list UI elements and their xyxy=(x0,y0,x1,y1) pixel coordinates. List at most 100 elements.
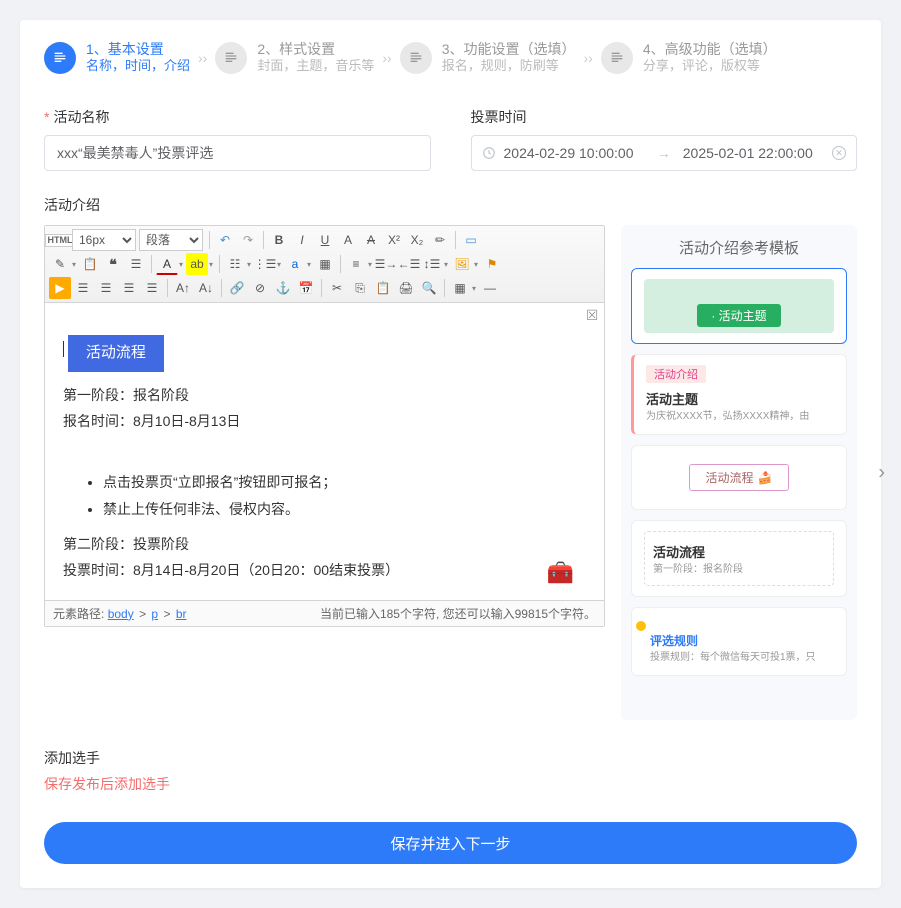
font-up-button[interactable]: A↑ xyxy=(172,277,194,299)
quote-button[interactable]: ❝ xyxy=(102,253,124,275)
step-sub: 报名，规则，防刷等 xyxy=(442,58,576,75)
template-card[interactable]: 活动介绍 活动主题 为庆祝XXXX节，弘扬XXXX精神，由 xyxy=(631,354,847,435)
activity-name-input[interactable] xyxy=(44,135,431,171)
highlight-button[interactable]: ab xyxy=(186,253,208,275)
paste-text-button[interactable]: 📋 xyxy=(372,277,394,299)
line-height-button[interactable]: ↕☰ xyxy=(421,253,443,275)
chevron-right-icon: ›› xyxy=(579,50,596,66)
chevron-right-icon: ›› xyxy=(378,50,395,66)
dropdown-icon[interactable]: ▾ xyxy=(366,253,374,275)
find-button[interactable]: 🔍 xyxy=(418,277,440,299)
clear-format-button[interactable]: ✏ xyxy=(429,229,451,251)
template-heading: 活动流程 xyxy=(653,542,825,561)
step-advanced[interactable]: 4、高级功能（选填） 分享，评论，版权等 xyxy=(601,40,777,75)
dropdown-icon[interactable]: ▾ xyxy=(177,253,185,275)
editor-content[interactable]: ☒ 活动流程 第一阶段：报名阶段 报名时间：8月10日-8月13日 点击投票页“… xyxy=(45,303,604,600)
flag-button[interactable]: ⚑ xyxy=(481,253,503,275)
step-icon xyxy=(44,42,76,74)
center-button[interactable]: ☰ xyxy=(118,277,140,299)
dropdown-icon[interactable]: ▾ xyxy=(442,253,450,275)
step-icon xyxy=(400,42,432,74)
time-label: 投票时间 xyxy=(471,107,858,127)
paste-button[interactable]: 📋 xyxy=(79,253,101,275)
template-title: 活动介绍参考模板 xyxy=(631,237,847,258)
indent-right-button[interactable]: ☰→ xyxy=(375,253,397,275)
date-button[interactable]: 📅 xyxy=(295,277,317,299)
step-basic[interactable]: 1、基本设置 名称，时间，介绍 xyxy=(44,40,190,75)
rich-text-editor: HTML 16px 段落 ↶ ↷ B I U A xyxy=(44,225,605,627)
dropdown-icon[interactable]: ▾ xyxy=(275,253,283,275)
content-line: 投票时间：8月14日-8月20日（20日20：00结束投票） xyxy=(63,557,586,584)
template-badge: · 活动主题 xyxy=(697,304,780,327)
link-button[interactable]: 🔗 xyxy=(226,277,248,299)
image-button[interactable]: 🖼 xyxy=(451,253,473,275)
media-button[interactable]: ▶ xyxy=(49,277,71,299)
rtl-button[interactable]: ☰ xyxy=(95,277,117,299)
template-section: 活动介绍 xyxy=(646,365,706,383)
content-line: 报名时间：8月10日-8月13日 xyxy=(63,408,586,435)
format-brush-button[interactable]: ✎ xyxy=(49,253,71,275)
path-br[interactable]: br xyxy=(176,607,187,621)
template-card[interactable]: 活动流程 第一阶段：报名阶段 xyxy=(631,520,847,597)
undo-button[interactable]: ↶ xyxy=(214,229,236,251)
dropdown-icon[interactable]: ▾ xyxy=(305,253,313,275)
dropdown-icon[interactable]: ▾ xyxy=(70,253,78,275)
html-source-button[interactable]: HTML xyxy=(49,229,71,251)
redo-button[interactable]: ↷ xyxy=(237,229,259,251)
save-next-button[interactable]: 保存并进入下一步 xyxy=(44,822,857,864)
template-text: 为庆祝XXXX节，弘扬XXXX精神，由 xyxy=(646,410,834,424)
letter-button[interactable]: a xyxy=(284,253,306,275)
step-function[interactable]: 3、功能设置（选填） 报名，规则，防刷等 xyxy=(400,40,576,75)
strike-button[interactable]: A xyxy=(360,229,382,251)
justify-button[interactable]: ☰ xyxy=(141,277,163,299)
copy-button[interactable]: ⎘ xyxy=(349,277,371,299)
cut-button[interactable]: ✂ xyxy=(326,277,348,299)
wizard-steps: 1、基本设置 名称，时间，介绍 ›› 2、样式设置 封面，主题，音乐等 ›› 3… xyxy=(20,20,881,95)
chevron-right-icon: ›› xyxy=(194,50,211,66)
close-icon[interactable]: ☒ xyxy=(584,307,600,323)
dropdown-icon[interactable]: ▾ xyxy=(207,253,215,275)
superscript-button[interactable]: X² xyxy=(383,229,405,251)
print-button[interactable]: 🖨 xyxy=(395,277,417,299)
template-heading: 评选规则 xyxy=(650,632,834,649)
bullet-icon xyxy=(636,621,646,631)
code-button[interactable]: ☰ xyxy=(125,253,147,275)
ordered-list-button[interactable]: ☷ xyxy=(224,253,246,275)
bold-button[interactable]: B xyxy=(268,229,290,251)
name-label: *活动名称 xyxy=(44,107,431,127)
dropdown-icon[interactable]: ▾ xyxy=(472,253,480,275)
template-card[interactable]: 活动流程 🍰 xyxy=(631,445,847,510)
table-button[interactable]: ▦ xyxy=(449,277,471,299)
text-color-button[interactable]: A xyxy=(156,253,178,275)
vote-time-range[interactable]: 2024-02-29 10:00:00 → 2025-02-01 22:00:0… xyxy=(471,135,858,171)
dropdown-icon[interactable]: ▾ xyxy=(470,277,478,299)
path-p[interactable]: p xyxy=(151,607,158,621)
underline-button[interactable]: U xyxy=(314,229,336,251)
subscript-button[interactable]: X₂ xyxy=(406,229,428,251)
indent-left-button[interactable]: ←☰ xyxy=(398,253,420,275)
align-left-button[interactable]: ≡ xyxy=(345,253,367,275)
template-card[interactable]: · 活动主题 xyxy=(631,268,847,344)
font-button[interactable]: A xyxy=(337,229,359,251)
widget-button[interactable]: ▦ xyxy=(314,253,336,275)
unordered-list-button[interactable]: ⋮☰ xyxy=(254,253,276,275)
dropdown-icon[interactable]: ▾ xyxy=(245,253,253,275)
fullscreen-button[interactable]: ▭ xyxy=(460,229,482,251)
unlink-button[interactable]: ⊘ xyxy=(249,277,271,299)
step-title: 2、样式设置 xyxy=(257,40,374,58)
template-card[interactable]: 评选规则 投票规则：每个微信每天可投1票，只 xyxy=(631,607,847,676)
anchor-button[interactable]: ⚓ xyxy=(272,277,294,299)
ltr-button[interactable]: ☰ xyxy=(72,277,94,299)
paragraph-select[interactable]: 段落 xyxy=(139,229,203,251)
start-time: 2024-02-29 10:00:00 xyxy=(504,145,645,161)
editor-toolbar: HTML 16px 段落 ↶ ↷ B I U A xyxy=(45,226,604,303)
italic-button[interactable]: I xyxy=(291,229,313,251)
step-style[interactable]: 2、样式设置 封面，主题，音乐等 xyxy=(215,40,374,75)
path-body[interactable]: body xyxy=(108,607,134,621)
font-down-button[interactable]: A↓ xyxy=(195,277,217,299)
font-size-select[interactable]: 16px xyxy=(72,229,136,251)
clear-icon[interactable]: ✕ xyxy=(832,146,846,160)
hr-button[interactable]: — xyxy=(479,277,501,299)
content-line: 第一阶段：报名阶段 xyxy=(63,382,586,409)
next-template-button[interactable]: › xyxy=(878,461,885,484)
